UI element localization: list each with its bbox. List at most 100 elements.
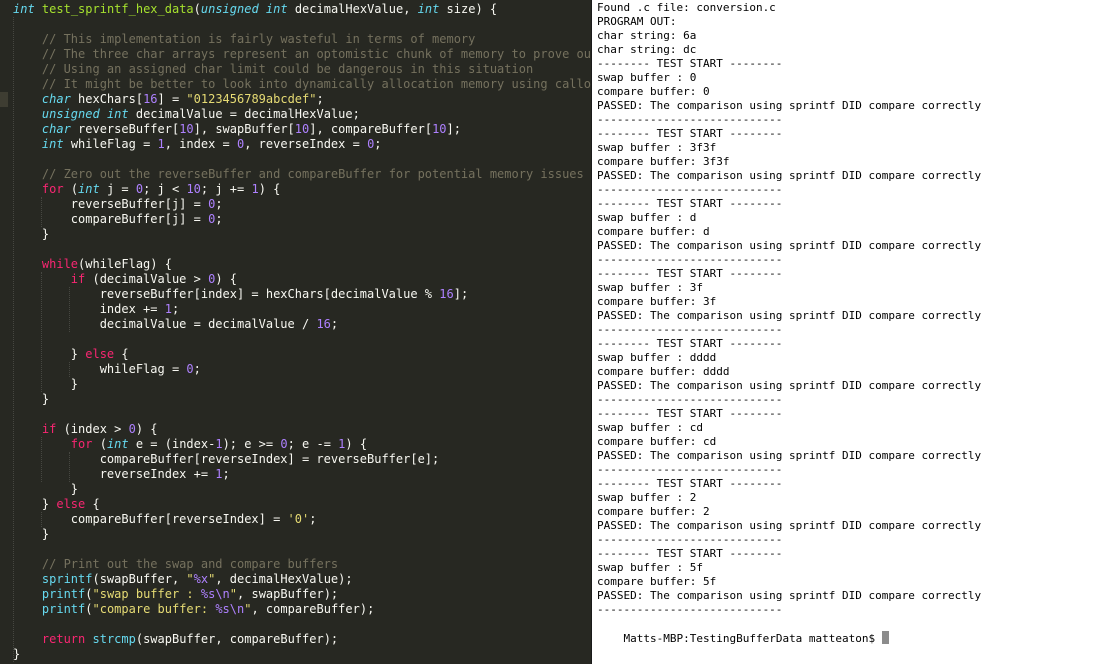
- terminal-line: PASSED: The comparison using sprintf DID…: [597, 309, 982, 322]
- code-line: int whileFlag = 1, index = 0, reverseInd…: [13, 137, 382, 152]
- code-token: unsigned: [41, 107, 100, 121]
- code-comment: // The three char arrays represent an op…: [41, 47, 591, 61]
- code-line: unsigned int decimalValue = decimalHexVa…: [13, 107, 360, 122]
- terminal-line: PASSED: The comparison using sprintf DID…: [597, 589, 982, 602]
- terminal-line: swap buffer : dddd: [597, 351, 717, 364]
- code-token: ) {: [135, 422, 158, 436]
- code-token: }: [13, 647, 21, 661]
- code-token: ; j <: [143, 182, 187, 196]
- terminal-line: PASSED: The comparison using sprintf DID…: [597, 379, 982, 392]
- current-line-gutter-marker: [0, 92, 8, 107]
- code-line: } else {: [13, 497, 100, 512]
- code-comment: // It might be better to look into dynam…: [41, 77, 591, 91]
- code-comment: // Using an assigned char limit could be…: [41, 62, 534, 76]
- code-line: }: [13, 227, 49, 242]
- code-token: }: [13, 227, 50, 241]
- code-token: decimalHexValue,: [287, 2, 418, 16]
- terminal-line: Found .c file: conversion.c: [597, 1, 776, 14]
- code-token: printf: [41, 602, 86, 616]
- terminal-line: -------- TEST START --------: [597, 267, 783, 280]
- terminal-line: PASSED: The comparison using sprintf DID…: [597, 239, 982, 252]
- code-line: // It might be better to look into dynam…: [13, 77, 591, 92]
- code-line: sprintf(swapBuffer, "%x", decimalHexValu…: [13, 572, 353, 587]
- code-token: ];: [446, 122, 461, 136]
- terminal-line: ----------------------------: [597, 323, 783, 336]
- terminal-line: -------- TEST START --------: [597, 337, 783, 350]
- code-token: whileFlag =: [13, 362, 187, 376]
- code-token: int: [417, 2, 440, 16]
- code-token: %s\n: [200, 587, 230, 601]
- code-line: } else {: [13, 347, 129, 362]
- code-token: }: [13, 482, 79, 496]
- code-line: // Using an assigned char limit could be…: [13, 62, 533, 77]
- code-token: int: [265, 2, 288, 16]
- code-token: e = (index-: [128, 437, 216, 451]
- terminal-line: swap buffer : cd: [597, 421, 703, 434]
- code-line: // Print out the swap and compare buffer…: [13, 557, 338, 572]
- code-token: char: [41, 122, 71, 136]
- terminal-line: compare buffer: dddd: [597, 365, 730, 378]
- terminal-line: compare buffer: cd: [597, 435, 717, 448]
- terminal-line: ----------------------------: [597, 183, 783, 196]
- code-token: (: [85, 602, 93, 616]
- code-token: ) {: [345, 437, 368, 451]
- code-token: 0: [280, 437, 288, 451]
- code-line: }: [13, 482, 78, 497]
- code-token: ); e >=: [222, 437, 281, 451]
- code-editor[interactable]: int test_sprintf_hex_data(unsigned int d…: [0, 0, 591, 664]
- code-token: 0: [135, 182, 144, 196]
- code-line: compareBuffer[reverseIndex] = '0';: [13, 512, 317, 527]
- code-line: printf("swap buffer : %s\n", swapBuffer)…: [13, 587, 338, 602]
- code-line: reverseBuffer[j] = 0;: [13, 197, 223, 212]
- code-token: sprintf: [41, 572, 93, 586]
- code-token: , decimalHexValue);: [215, 572, 353, 586]
- code-token: reverseBuffer[: [70, 122, 180, 136]
- code-token: , compareBuffer);: [251, 602, 375, 616]
- code-line: decimalValue = decimalValue / 16;: [13, 317, 338, 332]
- code-token: ], swapBuffer[: [193, 122, 295, 136]
- code-token: compareBuffer[reverseIndex] =: [13, 512, 288, 526]
- code-token: 1: [215, 467, 223, 481]
- code-line: whileFlag = 0;: [13, 362, 201, 377]
- code-token: ; j +=: [200, 182, 252, 196]
- code-token: strcmp: [92, 632, 136, 646]
- code-line: reverseIndex += 1;: [13, 467, 230, 482]
- terminal-window[interactable]: Found .c file: conversion.c PROGRAM OUT: c…: [591, 0, 1096, 664]
- terminal-line: ----------------------------: [597, 253, 783, 266]
- code-token: {: [85, 497, 100, 511]
- terminal-line: ----------------------------: [597, 393, 783, 406]
- code-token: ;: [316, 92, 324, 106]
- terminal-line: char string: dc: [597, 43, 697, 56]
- terminal-line: -------- TEST START --------: [597, 127, 783, 140]
- text-cursor: [881, 631, 889, 644]
- code-line: // This implementation is fairly wastefu…: [13, 32, 475, 47]
- code-token: }: [13, 497, 57, 511]
- terminal-line: -------- TEST START --------: [597, 197, 783, 210]
- terminal-line: compare buffer: 2: [597, 505, 710, 518]
- terminal-prompt-line[interactable]: Matts-MBP:TestingBufferData matteaton$: [597, 617, 889, 645]
- code-line: }: [13, 377, 78, 392]
- code-token: 1: [215, 437, 223, 451]
- code-token: unsigned: [200, 2, 259, 16]
- code-token: 0: [186, 362, 194, 376]
- code-token: }: [13, 527, 50, 541]
- code-token: printf: [41, 587, 86, 601]
- code-comment: // This implementation is fairly wastefu…: [41, 32, 476, 46]
- code-token: 0: [128, 422, 136, 436]
- terminal-line: ----------------------------: [597, 533, 783, 546]
- code-token: ;: [215, 212, 223, 226]
- code-token: (: [92, 437, 107, 451]
- terminal-line: ----------------------------: [597, 603, 783, 616]
- code-token: ;: [374, 137, 382, 151]
- terminal-line: -------- TEST START --------: [597, 477, 783, 490]
- code-token: while: [41, 257, 79, 271]
